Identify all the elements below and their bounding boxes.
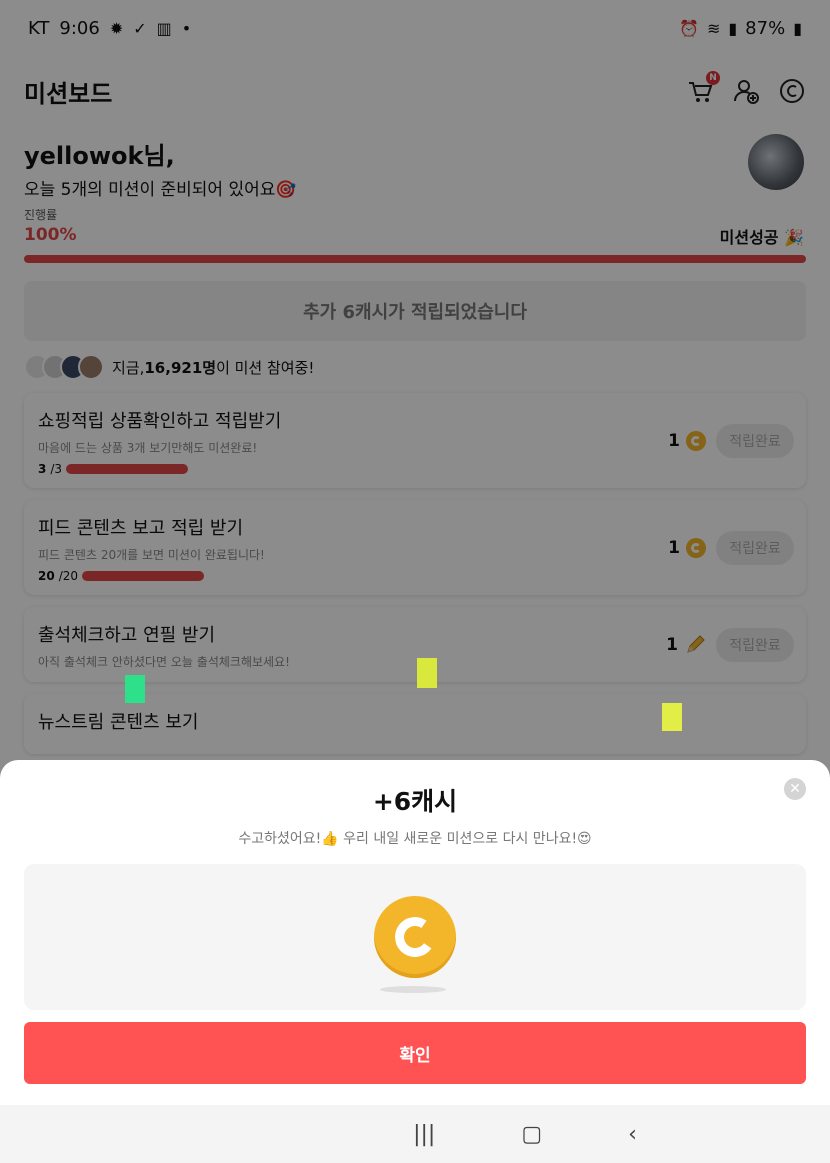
back-icon[interactable]: ‹ <box>628 1122 637 1147</box>
confetti-piece <box>125 675 145 703</box>
system-nav-bar: ||| ▢ ‹ <box>0 1105 830 1163</box>
reward-bottom-sheet: +6캐시 수고하셨어요!👍 우리 내일 새로운 미션으로 다시 만나요!😍 ✕ … <box>0 760 830 1105</box>
home-icon[interactable]: ▢ <box>521 1122 542 1147</box>
confetti-piece <box>417 658 437 688</box>
close-icon: ✕ <box>789 781 801 797</box>
confirm-button[interactable]: 확인 <box>24 1022 806 1084</box>
sheet-description: 수고하셨어요!👍 우리 내일 새로운 미션으로 다시 만나요!😍 <box>238 831 592 847</box>
recent-apps-icon[interactable]: ||| <box>413 1122 435 1147</box>
sheet-title: +6캐시 <box>372 787 458 816</box>
cash-coin-icon <box>374 896 456 978</box>
coin-display <box>24 864 806 1010</box>
confetti-piece <box>662 703 682 731</box>
coin-shadow <box>380 986 446 993</box>
close-button[interactable]: ✕ <box>784 778 806 800</box>
